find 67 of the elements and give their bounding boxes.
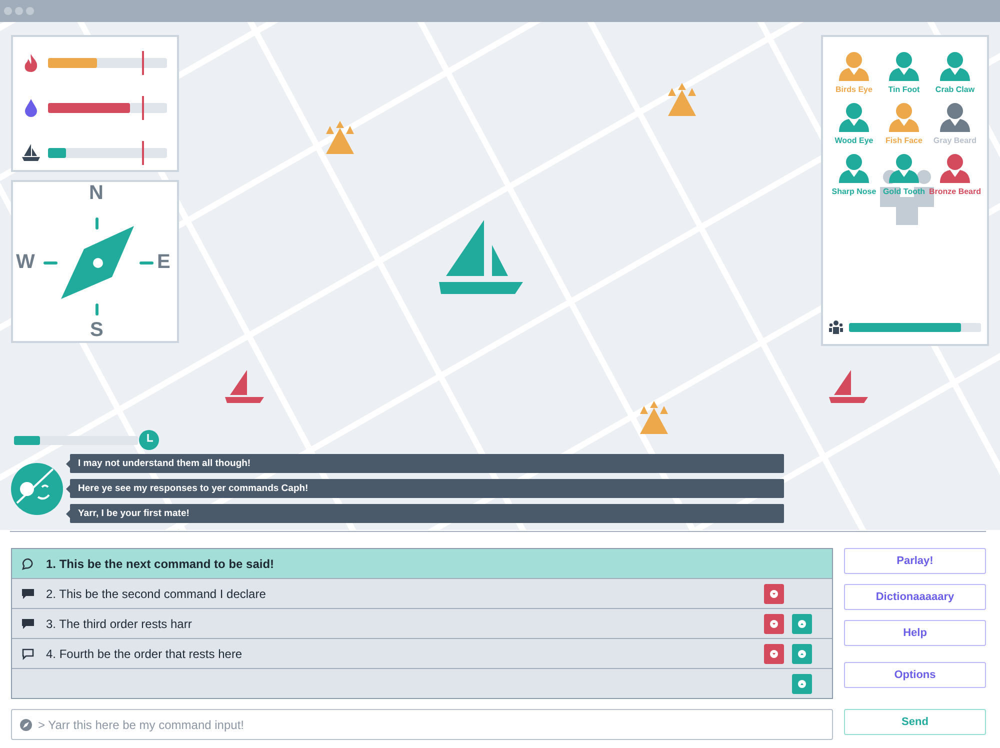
limit-marker: [142, 141, 144, 165]
compass-label: W: [16, 251, 35, 274]
command-row[interactable]: [12, 668, 832, 698]
limit-marker: [142, 96, 144, 120]
caret-down-icon: [770, 650, 778, 658]
menu-button[interactable]: Options: [844, 662, 986, 688]
crew-name: Gray Beard: [933, 136, 977, 145]
move-down-button[interactable]: [764, 644, 784, 664]
window-dot[interactable]: [26, 7, 34, 15]
person-icon[interactable]: [888, 51, 920, 81]
send-button[interactable]: Send: [844, 709, 986, 735]
crew-name: Sharp Nose: [832, 187, 876, 196]
compass-label: S: [90, 319, 104, 342]
compass-icon: [20, 719, 32, 731]
sailboat-icon: [21, 143, 41, 163]
compass-label: N: [89, 182, 104, 205]
crew-name: Birds Eye: [836, 85, 872, 94]
move-down-button[interactable]: [764, 614, 784, 634]
limit-marker: [142, 51, 144, 75]
window-dot[interactable]: [15, 7, 23, 15]
person-icon[interactable]: [888, 153, 920, 183]
person-icon[interactable]: [938, 102, 971, 132]
speech-bubble-icon: [22, 648, 34, 660]
menu-button[interactable]: Parlay!: [844, 548, 986, 574]
person-icon[interactable]: [938, 153, 971, 183]
compass-label: E: [157, 251, 170, 274]
person-icon[interactable]: [838, 153, 870, 183]
caret-up-icon: [798, 620, 806, 628]
avatar-icon: [11, 462, 63, 514]
sailboat-icon[interactable]: [438, 220, 524, 296]
crew-name: Fish Face: [886, 136, 922, 145]
caret-down-icon: [770, 620, 778, 628]
command-text: 4. Fourth be the order that rests here: [46, 646, 242, 660]
command-text: 1. This be the next command to be said!: [46, 556, 274, 570]
crew-name: Bronze Beard: [928, 187, 981, 196]
person-icon[interactable]: [888, 102, 920, 132]
person-icon[interactable]: [938, 51, 971, 81]
sailboat-icon[interactable]: [829, 369, 869, 405]
command-row[interactable]: 3. The third order rests harr: [12, 608, 832, 638]
command-input-field[interactable]: > Yarr this here be my command input!: [11, 709, 833, 740]
move-up-button[interactable]: [792, 674, 812, 694]
person-icon[interactable]: [838, 102, 870, 132]
caret-up-icon: [798, 650, 806, 658]
command-row[interactable]: 2. This be the second command I declare: [12, 578, 832, 608]
command-text: 2. This be the second command I declare: [46, 586, 266, 600]
command-row[interactable]: 1. This be the next command to be said!: [12, 549, 832, 578]
command-row[interactable]: 4. Fourth be the order that rests here: [12, 638, 832, 668]
crew-name: Gold Tooth: [882, 187, 926, 196]
window-dot[interactable]: [4, 7, 12, 15]
menu-button[interactable]: Help: [844, 620, 986, 646]
command-text: 3. The third order rests harr: [46, 616, 192, 630]
move-down-button[interactable]: [764, 584, 784, 604]
sailboat-icon[interactable]: [225, 369, 265, 405]
group-icon: [829, 320, 843, 334]
caret-down-icon: [770, 590, 778, 598]
caret-up-icon: [798, 680, 806, 688]
menu-button[interactable]: Dictionaaaaary: [844, 584, 986, 610]
speech-bubble-icon: [22, 588, 34, 600]
person-icon[interactable]: [838, 51, 870, 81]
speech-bubble-icon: [22, 558, 34, 570]
clock-icon: [139, 430, 159, 450]
speech-bubble-icon: [22, 618, 34, 630]
crew-name: Tin Foot: [888, 85, 920, 94]
move-up-button[interactable]: [792, 644, 812, 664]
crew-name: Wood Eye: [834, 136, 874, 145]
move-up-button[interactable]: [792, 614, 812, 634]
crew-name: Crab Claw: [935, 85, 975, 94]
